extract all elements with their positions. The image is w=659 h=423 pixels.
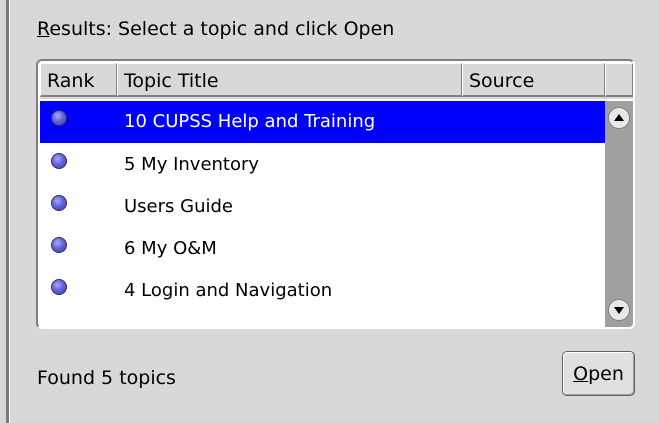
table-header: Rank Topic Title Source <box>40 63 633 99</box>
rank-dot-icon <box>51 237 67 253</box>
table-row[interactable]: 5 My Inventory <box>40 144 605 186</box>
table-row[interactable]: Users Guide <box>40 186 605 228</box>
scroll-up-button[interactable] <box>608 107 630 129</box>
table-row[interactable]: 10 CUPSS Help and Training <box>40 101 605 143</box>
topic-title: 10 CUPSS Help and Training <box>124 111 376 132</box>
results-label-mnemonic: R <box>37 18 50 40</box>
rank-dot-icon <box>51 195 67 211</box>
arrow-down-icon <box>614 307 624 314</box>
results-label-text: esults: Select a topic and click Open <box>49 18 395 40</box>
topic-title: Users Guide <box>124 196 233 217</box>
topic-title: 5 My Inventory <box>124 154 260 175</box>
column-header-source[interactable]: Source <box>462 63 605 97</box>
arrow-up-icon <box>614 114 624 121</box>
results-label: Results: Select a topic and click Open <box>37 18 394 40</box>
panel-divider <box>6 0 10 423</box>
status-text: Found 5 topics <box>37 367 176 389</box>
table-row[interactable]: 6 My O&M <box>40 228 605 270</box>
table-body: 10 CUPSS Help and Training 5 My Inventor… <box>40 101 605 327</box>
topic-title: 6 My O&M <box>124 238 217 259</box>
table-row[interactable]: 4 Login and Navigation <box>40 270 605 312</box>
header-corner <box>605 63 633 97</box>
rank-dot-icon <box>51 153 67 169</box>
help-search-panel: Results: Select a topic and click Open R… <box>0 0 659 423</box>
open-button-mnemonic: O <box>573 363 589 385</box>
open-button-label: pen <box>588 363 624 385</box>
results-table: Rank Topic Title Source 10 CUPSS Help an… <box>36 59 635 329</box>
rank-dot-icon <box>51 110 67 126</box>
topic-title: 4 Login and Navigation <box>124 280 333 301</box>
open-button[interactable]: Open <box>562 351 635 396</box>
vertical-scrollbar[interactable] <box>605 101 633 327</box>
column-header-rank[interactable]: Rank <box>40 63 117 97</box>
rank-dot-icon <box>51 279 67 295</box>
scroll-down-button[interactable] <box>608 299 630 321</box>
column-header-topic-title[interactable]: Topic Title <box>117 63 462 97</box>
